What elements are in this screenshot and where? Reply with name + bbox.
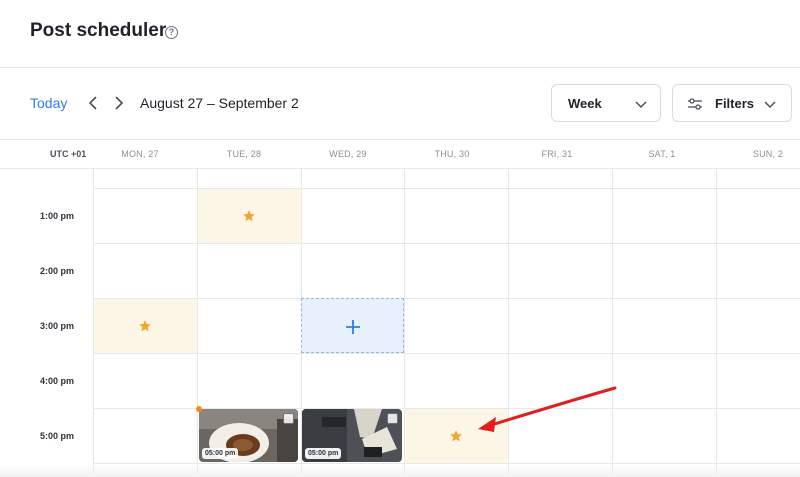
- sliders-icon: [688, 98, 702, 110]
- time-label-2pm: 2:00 pm: [39, 266, 74, 276]
- day-header-fri: FRI, 31: [541, 149, 573, 159]
- timezone-label: UTC +01: [50, 149, 87, 159]
- chevron-down-icon: [764, 101, 776, 109]
- post-time-label: 05:00 pm: [202, 448, 239, 459]
- image-icon: [283, 413, 294, 424]
- suggested-slot[interactable]: [198, 189, 301, 243]
- hour-line: [93, 353, 800, 354]
- day-header-mon: MON, 27: [121, 149, 159, 159]
- plus-icon: [346, 320, 360, 334]
- bottom-edge: [0, 466, 800, 477]
- time-label-4pm: 4:00 pm: [39, 376, 74, 386]
- view-select[interactable]: Week: [551, 84, 661, 122]
- day-header-tue: TUE, 28: [226, 149, 262, 159]
- date-range: August 27 – September 2: [140, 95, 299, 111]
- suggested-slot[interactable]: [94, 299, 197, 353]
- day-divider: [716, 168, 717, 477]
- star-icon: [139, 320, 151, 332]
- page-header: Post scheduler ?: [0, 0, 800, 68]
- page-title: Post scheduler: [30, 20, 167, 41]
- day-header-wed: WED, 29: [329, 149, 367, 159]
- view-select-value: Week: [568, 96, 602, 111]
- time-label-3pm: 3:00 pm: [39, 321, 74, 331]
- header-divider: [0, 168, 800, 169]
- chevron-down-icon: [635, 101, 647, 109]
- post-time-label: 05:00 pm: [305, 448, 342, 459]
- status-dot: [196, 406, 202, 412]
- hour-line: [93, 298, 800, 299]
- day-header-sun: SUN, 2: [752, 149, 784, 159]
- new-post-slot[interactable]: [301, 298, 404, 353]
- filters-button[interactable]: Filters: [672, 84, 792, 122]
- time-label-1pm: 1:00 pm: [39, 211, 74, 221]
- filters-label: Filters: [715, 96, 755, 111]
- day-header-sat: SAT, 1: [648, 149, 676, 159]
- image-icon: [387, 413, 398, 424]
- star-icon: [450, 430, 462, 442]
- calendar-toolbar: Today August 27 – September 2 Week Filte…: [0, 68, 800, 140]
- question-circle-icon[interactable]: ?: [165, 26, 178, 39]
- scheduled-post[interactable]: 05:00 pm: [199, 409, 298, 462]
- day-header-thu: THU, 30: [434, 149, 470, 159]
- red-arrow-icon: [478, 386, 617, 432]
- time-label-5pm: 5:00 pm: [39, 431, 74, 441]
- chevron-left-icon[interactable]: [86, 94, 100, 112]
- today-button[interactable]: Today: [30, 95, 67, 111]
- hour-line: [93, 243, 800, 244]
- hour-line: [93, 463, 800, 464]
- chevron-right-icon[interactable]: [112, 94, 126, 112]
- scheduled-post[interactable]: 05:00 pm: [302, 409, 402, 462]
- week-calendar-grid: UTC +01 MON, 27 TUE, 28 WED, 29 THU, 30 …: [0, 140, 800, 477]
- star-icon: [243, 210, 255, 222]
